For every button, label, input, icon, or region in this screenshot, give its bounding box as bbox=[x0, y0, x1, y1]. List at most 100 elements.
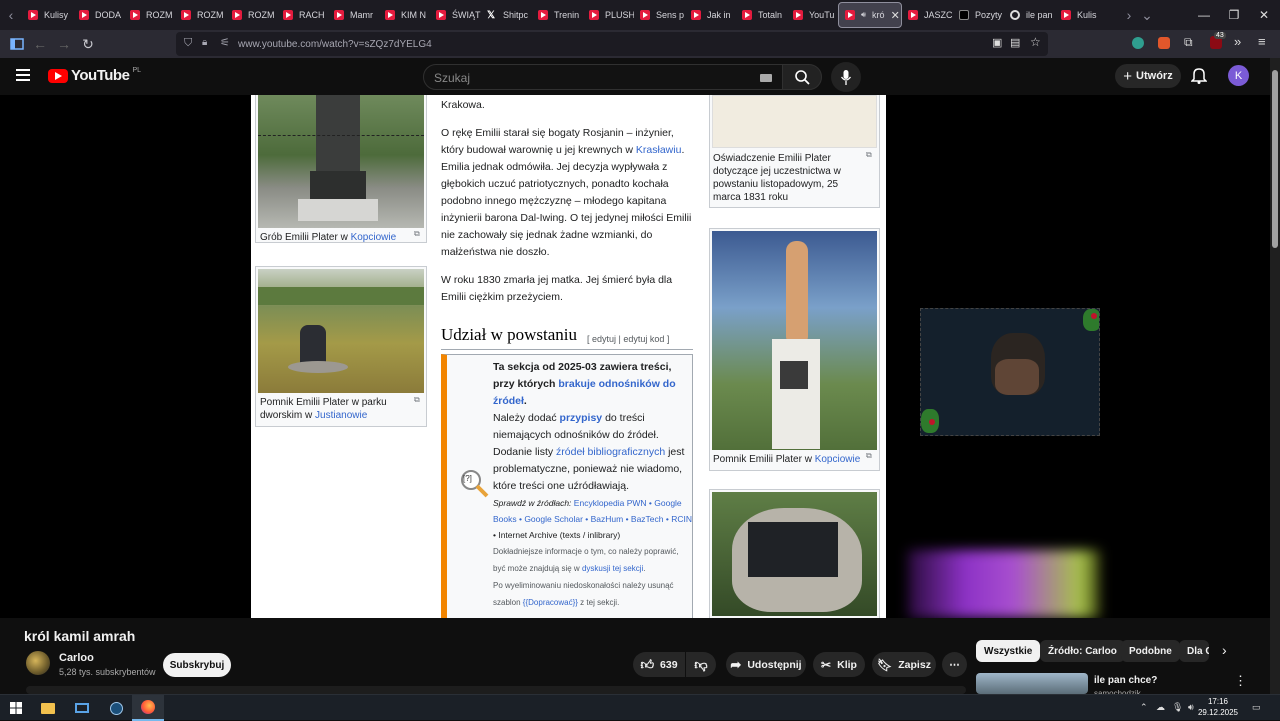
link-kopciowie[interactable]: Kopciowie bbox=[351, 232, 397, 243]
browser-tab[interactable]: YouTu bbox=[787, 0, 838, 30]
link-kopciowie[interactable]: Kopciowie bbox=[815, 454, 861, 465]
browser-tab[interactable]: ŚWIĄT bbox=[430, 0, 481, 30]
browser-tab[interactable]: RACH bbox=[277, 0, 328, 30]
browser-tab[interactable]: Totaln bbox=[736, 0, 787, 30]
channel-name[interactable]: Carloo bbox=[59, 652, 94, 664]
chip-source[interactable]: Źródło: Carloo bbox=[1040, 640, 1125, 662]
recommended-menu-icon[interactable]: ⋮ bbox=[1234, 673, 1247, 689]
more-tools-icon[interactable]: » bbox=[1234, 34, 1241, 49]
permissions-icon[interactable]: ⚟ bbox=[220, 36, 230, 49]
enlarge-icon[interactable]: ⧉ bbox=[414, 395, 420, 405]
youtube-logo[interactable]: YouTube PL bbox=[48, 67, 141, 84]
close-window-icon[interactable]: ✕ bbox=[1248, 0, 1280, 30]
chips-next-icon[interactable]: › bbox=[1222, 642, 1227, 658]
close-tab-icon[interactable]: ✕ bbox=[891, 9, 900, 22]
chip-all[interactable]: Wszystkie bbox=[976, 640, 1041, 662]
list-all-tabs-icon[interactable]: ⌄ bbox=[1136, 7, 1158, 24]
browser-tab[interactable]: 𝕏 Shitpc bbox=[481, 0, 532, 30]
channel-avatar[interactable] bbox=[26, 651, 50, 675]
link-discussion[interactable]: dyskusji tej sekcji bbox=[582, 564, 643, 573]
browser-tab[interactable]: ROZM bbox=[124, 0, 175, 30]
account-avatar[interactable]: K bbox=[1228, 65, 1249, 86]
link-template[interactable]: {{Dopracować}} bbox=[523, 598, 578, 607]
keyboard-icon[interactable] bbox=[760, 74, 772, 82]
recommended-title[interactable]: ile pan chce? bbox=[1094, 675, 1157, 686]
steam-icon[interactable] bbox=[100, 695, 132, 721]
extensions-icon[interactable]: ⧉ bbox=[1184, 35, 1193, 50]
hamburger-menu-icon[interactable] bbox=[16, 69, 30, 81]
link-przypisy[interactable]: przypisy bbox=[560, 412, 603, 424]
browser-tab[interactable]: Jak in bbox=[685, 0, 736, 30]
volume-icon[interactable]: 🔊︎ bbox=[1188, 702, 1194, 713]
more-actions-button[interactable]: ⋯ bbox=[942, 652, 967, 677]
clip-button[interactable]: ✂ Klip bbox=[813, 652, 865, 677]
extension-shield-icon[interactable] bbox=[1132, 37, 1144, 49]
browser-tab[interactable]: Kulisy bbox=[22, 0, 73, 30]
browser-tab[interactable]: JASZC bbox=[902, 0, 953, 30]
enlarge-icon[interactable]: ⧉ bbox=[414, 229, 420, 239]
forward-icon[interactable]: → bbox=[52, 32, 76, 56]
notifications-icon[interactable]: ▭ bbox=[1252, 702, 1261, 713]
browser-tab[interactable]: ROZM bbox=[175, 0, 226, 30]
voice-search-button[interactable] bbox=[831, 62, 861, 92]
microphone-tray-icon[interactable]: 🎙︎ bbox=[1172, 702, 1183, 713]
browser-tab[interactable]: Kulis bbox=[1055, 0, 1106, 30]
sidebar-toggle-icon[interactable] bbox=[5, 32, 29, 56]
reload-icon[interactable]: ↻ bbox=[76, 32, 100, 56]
tray-app-icon[interactable]: ☁ bbox=[1156, 702, 1165, 713]
browser-tab[interactable]: KIM N bbox=[379, 0, 430, 30]
section-edit-links[interactable]: [ edytuj | edytuj kod ] bbox=[587, 334, 669, 344]
youtube-icon bbox=[845, 10, 855, 20]
link-kraslaw[interactable]: Krasławiu bbox=[636, 144, 682, 156]
browser-tab[interactable]: DODA bbox=[73, 0, 124, 30]
speaker-icon[interactable]: 🔊︎ bbox=[861, 10, 866, 20]
back-icon[interactable]: ← bbox=[28, 32, 52, 56]
firefox-icon[interactable] bbox=[132, 695, 164, 721]
pc-monitor-icon[interactable] bbox=[66, 695, 98, 721]
browser-tab[interactable]: Pozyty bbox=[953, 0, 1004, 30]
link-bibliography[interactable]: źródeł bibliograficznych bbox=[556, 446, 665, 458]
browser-tab[interactable]: Trenin bbox=[532, 0, 583, 30]
share-button[interactable]: ➦ Udostępnij bbox=[726, 652, 806, 677]
browser-tab[interactable]: Sens p bbox=[634, 0, 685, 30]
start-icon[interactable] bbox=[0, 695, 32, 721]
browser-tab[interactable]: ROZM bbox=[226, 0, 277, 30]
video-player[interactable]: Grób Emilii Plater w Kopciowie ⧉ Pomnik … bbox=[0, 95, 1270, 618]
enlarge-icon[interactable]: ⧉ bbox=[866, 451, 872, 461]
extension-fox-icon[interactable] bbox=[1158, 37, 1170, 49]
x-icon: 𝕏 bbox=[487, 10, 496, 21]
browser-tab[interactable]: ile pan bbox=[1004, 0, 1055, 30]
like-button[interactable]: 👍︎ 639 bbox=[633, 652, 685, 677]
link-justianowie[interactable]: Justianowie bbox=[315, 410, 367, 421]
browser-tab[interactable]: PLUSH bbox=[583, 0, 634, 30]
dislike-button[interactable]: 👎︎ bbox=[686, 652, 716, 677]
address-bar[interactable]: ⛉ 🔒︎ ⚟ www.youtube.com/watch?v=sZQz7dYEL… bbox=[176, 32, 1048, 56]
file-explorer-icon[interactable] bbox=[32, 695, 64, 721]
chip-for-you[interactable]: Dla C bbox=[1179, 640, 1209, 662]
shield-icon[interactable]: ⛉ bbox=[184, 37, 192, 50]
tab-active[interactable]: 🔊︎ kró ✕ bbox=[838, 2, 902, 28]
description-box[interactable] bbox=[26, 686, 966, 694]
subscribe-button[interactable]: Subskrybuj bbox=[163, 653, 231, 677]
save-button[interactable]: 🔖︎ Zapisz bbox=[872, 652, 936, 677]
notifications-bell-icon[interactable] bbox=[1190, 67, 1208, 89]
tray-overflow-icon[interactable]: ⌃ bbox=[1140, 702, 1148, 713]
reader-view-icon[interactable]: ▤ bbox=[1010, 36, 1020, 49]
bookmark-star-icon[interactable]: ☆ bbox=[1030, 35, 1041, 49]
search-input[interactable]: Szukaj bbox=[423, 64, 783, 90]
picture-in-picture-icon[interactable]: ▣ bbox=[992, 36, 1002, 49]
page-scrollbar[interactable] bbox=[1270, 58, 1280, 694]
chip-related[interactable]: Podobne bbox=[1121, 640, 1180, 662]
recommended-thumbnail[interactable] bbox=[976, 673, 1088, 694]
browser-tab[interactable]: Mamr bbox=[328, 0, 379, 30]
minimize-icon[interactable]: — bbox=[1188, 0, 1220, 30]
system-clock[interactable]: 17:16 29.12.2025 bbox=[1196, 696, 1240, 718]
scrollbar-thumb[interactable] bbox=[1272, 70, 1278, 248]
enlarge-icon[interactable]: ⧉ bbox=[866, 150, 872, 160]
restore-icon[interactable]: ❐ bbox=[1218, 0, 1250, 30]
search-button[interactable] bbox=[782, 64, 822, 90]
lock-icon[interactable]: 🔒︎ bbox=[202, 37, 207, 48]
tab-scroll-left-icon[interactable]: ‹ bbox=[0, 7, 22, 23]
app-menu-icon[interactable]: ≡ bbox=[1258, 34, 1266, 49]
create-button[interactable]: + Utwórz bbox=[1115, 64, 1181, 88]
